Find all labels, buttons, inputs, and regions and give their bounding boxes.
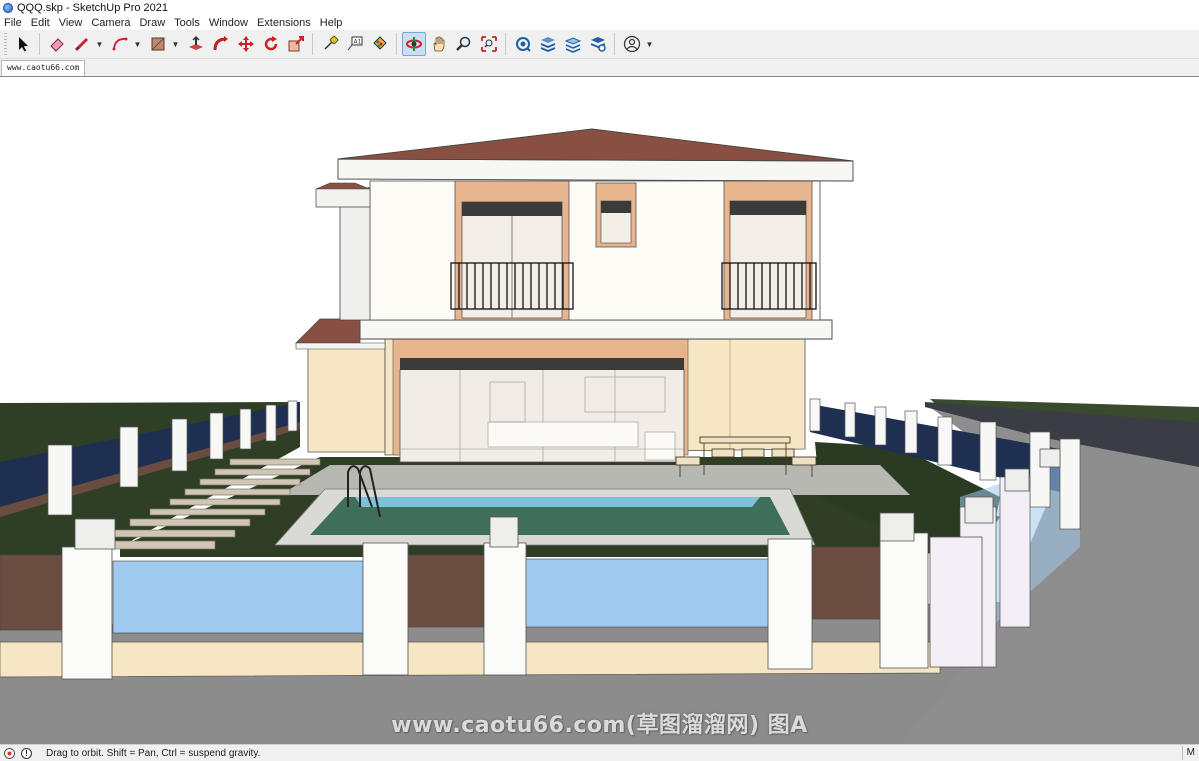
ground-floor-left-wing [307, 344, 386, 453]
warehouse-icon [516, 37, 531, 52]
menu-tools[interactable]: Tools [174, 17, 200, 29]
pan-tool-icon [433, 36, 445, 52]
extension-manager-button[interactable] [586, 32, 610, 56]
lower-roof-left [295, 318, 361, 344]
model-viewport[interactable]: www.caotu66.com(草图溜溜网) 图A [0, 76, 1199, 744]
sliding-glass-door [399, 368, 685, 463]
arc-tool-icon [112, 37, 128, 51]
line-tool-dropdown[interactable]: ▼ [95, 32, 104, 56]
scale-tool-button[interactable] [284, 32, 308, 56]
toolbar-separator [396, 33, 397, 55]
layout-icon [564, 37, 582, 53]
move-tool-icon [238, 36, 254, 52]
menu-camera[interactable]: Camera [91, 17, 130, 29]
status-bar: ! Drag to orbit. Shift = Pan, Ctrl = sus… [0, 744, 1199, 761]
rotate-tool-button[interactable] [259, 32, 283, 56]
info-icon[interactable]: ! [21, 747, 32, 759]
rectangle-tool-icon [151, 37, 165, 51]
toolbar-separator [312, 33, 313, 55]
garage-louver [400, 358, 684, 370]
toolbar-separator [505, 33, 506, 55]
extension-manager-icon [590, 37, 606, 52]
toolbar: ▼ ▼ ▼ A1 ▼ [0, 30, 1199, 59]
right-window-shutter [730, 201, 806, 215]
menu-window[interactable]: Window [209, 17, 248, 29]
line-tool-icon [74, 37, 89, 52]
second-floor-slab [359, 319, 833, 340]
pan-tool-button[interactable] [427, 32, 451, 56]
paint-bucket-tool-button[interactable] [368, 32, 392, 56]
select-tool-button[interactable] [11, 32, 35, 56]
paint-bucket-tool-icon [373, 36, 387, 50]
front-fence-glass-1 [112, 560, 366, 634]
eraser-tool-button[interactable] [45, 32, 69, 56]
text-tool-button[interactable]: A1 [343, 32, 367, 56]
menu-help[interactable]: Help [320, 17, 343, 29]
menu-bar: File Edit View Camera Draw Tools Window … [0, 16, 1199, 30]
menu-draw[interactable]: Draw [139, 17, 165, 29]
menu-extensions[interactable]: Extensions [257, 17, 311, 29]
geo-location-icon[interactable] [4, 747, 15, 759]
front-fence-panel-3 [811, 546, 883, 620]
menu-file[interactable]: File [4, 17, 22, 29]
menu-edit[interactable]: Edit [31, 17, 50, 29]
scene-tab-bar: www.caotu66.com [0, 59, 1199, 76]
zoom-tool-button[interactable] [452, 32, 476, 56]
upper-roof [337, 128, 854, 162]
text-tool-icon: A1 [347, 36, 363, 51]
follow-me-tool-icon [213, 36, 228, 51]
scale-tool-icon [288, 36, 304, 52]
move-tool-button[interactable] [234, 32, 258, 56]
layout-button[interactable] [561, 32, 585, 56]
measurements-label: M [1186, 747, 1195, 758]
rectangle-tool-dropdown[interactable]: ▼ [171, 32, 180, 56]
sketchup-app-icon [3, 3, 13, 13]
toolbar-grip[interactable] [4, 33, 7, 55]
select-tool-icon [19, 37, 28, 52]
front-fence-glass-2 [524, 558, 771, 628]
line-tool-button[interactable] [70, 32, 94, 56]
extension-warehouse-button[interactable] [536, 32, 560, 56]
tape-measure-tool-button[interactable] [318, 32, 342, 56]
zoom-extents-tool-button[interactable] [477, 32, 501, 56]
push-pull-tool-icon [189, 35, 203, 50]
push-pull-tool-button[interactable] [184, 32, 208, 56]
account-icon [623, 35, 641, 53]
side-roof [315, 182, 371, 190]
center-window-shutter [601, 201, 631, 213]
arc-tool-button[interactable] [108, 32, 132, 56]
tape-measure-tool-icon [324, 35, 339, 50]
title-bar: QQQ.skp - SketchUp Pro 2021 [0, 0, 1199, 16]
follow-me-tool-button[interactable] [209, 32, 233, 56]
pool-water-far [355, 497, 760, 507]
left-window-shutter [462, 202, 562, 216]
toolbar-separator [614, 33, 615, 55]
window-title: QQQ.skp - SketchUp Pro 2021 [17, 2, 169, 14]
eraser-tool-icon [50, 38, 64, 52]
orbit-tool-icon [406, 37, 422, 51]
rectangle-tool-button[interactable] [146, 32, 170, 56]
account-dropdown[interactable]: ▼ [645, 32, 654, 56]
zoom-tool-icon [456, 36, 471, 51]
orbit-tool-button[interactable] [402, 32, 426, 56]
villa-model-render [0, 128, 1199, 744]
account-button[interactable] [620, 32, 644, 56]
toolbar-separator [39, 33, 40, 55]
front-fence-panel-1 [0, 554, 66, 631]
menu-view[interactable]: View [59, 17, 83, 29]
scene-tab[interactable]: www.caotu66.com [1, 60, 86, 76]
status-divider [1182, 746, 1183, 760]
rotate-tool-icon [264, 36, 278, 51]
upper-roof-fascia [337, 158, 854, 182]
warehouse-button[interactable] [511, 32, 535, 56]
arc-tool-dropdown[interactable]: ▼ [133, 32, 142, 56]
status-message: Drag to orbit. Shift = Pan, Ctrl = suspe… [46, 747, 261, 759]
lower-roof-fascia [295, 342, 386, 350]
svg-text:A1: A1 [354, 39, 362, 46]
watermark-text: www.caotu66.com(草图溜溜网) 图A [391, 713, 808, 738]
zoom-extents-tool-icon [481, 36, 497, 52]
front-fence-panel-2 [404, 554, 488, 628]
extension-warehouse-icon [540, 37, 556, 52]
